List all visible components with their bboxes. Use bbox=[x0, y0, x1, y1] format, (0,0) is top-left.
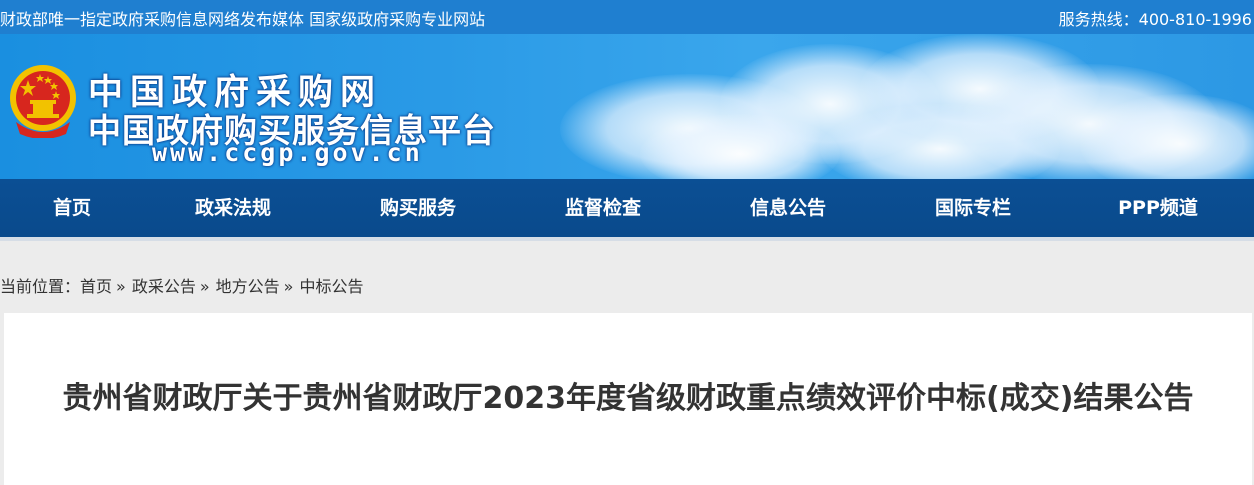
nav-item-home[interactable]: 首页 bbox=[22, 179, 122, 237]
main-nav: 首页 政采法规 购买服务 监督检查 信息公告 国际专栏 PPP频道 bbox=[0, 179, 1254, 241]
breadcrumb-separator: » bbox=[283, 277, 294, 296]
nav-item-announcements[interactable]: 信息公告 bbox=[738, 179, 838, 237]
nav-item-international[interactable]: 国际专栏 bbox=[923, 179, 1023, 237]
breadcrumb-award-notices[interactable]: 中标公告 bbox=[299, 277, 363, 296]
breadcrumb-separator: » bbox=[116, 277, 126, 296]
breadcrumb: 当前位置：首页» 政采公告» 地方公告» 中标公告 bbox=[0, 275, 363, 299]
site-url: www.ccgp.gov.cn bbox=[152, 138, 423, 167]
article-title: 贵州省财政厅关于贵州省财政厅2023年度省级财政重点绩效评价中标(成交)结果公告 bbox=[62, 381, 1194, 416]
nav-item-regulations[interactable]: 政采法规 bbox=[183, 179, 283, 237]
site-slogan: 财政部唯一指定政府采购信息网络发布媒体 国家级政府采购专业网站 bbox=[0, 10, 486, 29]
top-bar: 财政部唯一指定政府采购信息网络发布媒体 国家级政府采购专业网站 服务热线：400… bbox=[0, 0, 1254, 34]
nav-item-purchase-services[interactable]: 购买服务 bbox=[368, 179, 468, 237]
header-banner: 中国政府采购网 中国政府购买服务信息平台 www.ccgp.gov.cn bbox=[0, 34, 1254, 179]
national-emblem-icon bbox=[10, 65, 76, 138]
breadcrumb-prefix: 当前位置： bbox=[0, 277, 81, 296]
article-panel: 贵州省财政厅关于贵州省财政厅2023年度省级财政重点绩效评价中标(成交)结果公告 bbox=[4, 313, 1252, 485]
service-hotline: 服务热线：400-810-1996 bbox=[1058, 10, 1252, 29]
nav-item-supervision[interactable]: 监督检查 bbox=[553, 179, 653, 237]
breadcrumb-separator: » bbox=[199, 277, 210, 296]
breadcrumb-procurement-notices[interactable]: 政采公告 bbox=[132, 277, 196, 296]
breadcrumb-home[interactable]: 首页 bbox=[80, 277, 112, 296]
breadcrumb-local-notices[interactable]: 地方公告 bbox=[216, 277, 280, 296]
nav-item-ppp[interactable]: PPP频道 bbox=[1108, 179, 1208, 237]
